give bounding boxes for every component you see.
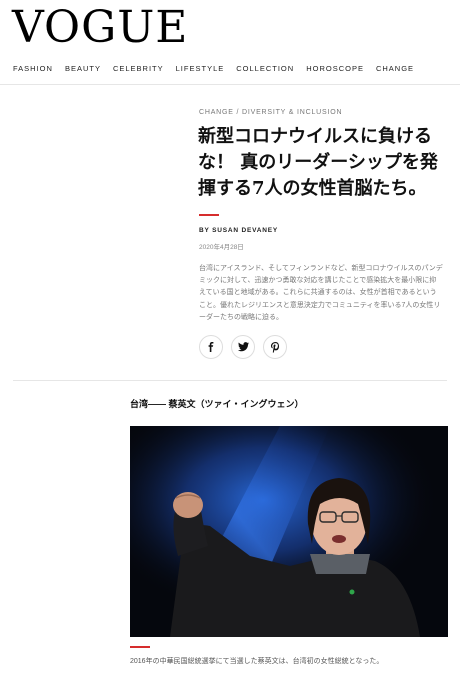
kicker-separator: / bbox=[236, 109, 240, 116]
vogue-logo[interactable]: VOGUE bbox=[12, 6, 188, 50]
share-facebook-button[interactable] bbox=[199, 335, 223, 359]
accent-rule bbox=[199, 214, 219, 216]
byline[interactable]: BY SUSAN DEVANEY bbox=[199, 227, 278, 234]
main-nav: FASHION BEAUTY CELEBRITY LIFESTYLE COLLE… bbox=[13, 64, 414, 73]
section-divider bbox=[13, 380, 447, 381]
pinterest-icon bbox=[270, 341, 279, 353]
nav-beauty[interactable]: BEAUTY bbox=[65, 64, 101, 73]
kicker-diversity-link[interactable]: DIVERSITY & INCLUSION bbox=[242, 109, 342, 116]
nav-lifestyle[interactable]: LIFESTYLE bbox=[176, 64, 225, 73]
header-divider bbox=[0, 84, 460, 85]
share-pinterest-button[interactable] bbox=[263, 335, 287, 359]
twitter-icon bbox=[237, 342, 249, 352]
nav-fashion[interactable]: FASHION bbox=[13, 64, 53, 73]
nav-celebrity[interactable]: CELEBRITY bbox=[113, 64, 164, 73]
tsai-ing-wen-photo bbox=[130, 426, 448, 637]
photo-caption: 2016年の中華民国総統選挙にて当選した蔡英文は、台湾初の女性総統となった。 bbox=[130, 658, 384, 665]
share-buttons bbox=[199, 335, 287, 359]
share-twitter-button[interactable] bbox=[231, 335, 255, 359]
kicker-change-link[interactable]: CHANGE bbox=[199, 109, 234, 116]
photo-illustration bbox=[130, 426, 448, 637]
article-kicker: CHANGE / DIVERSITY & INCLUSION bbox=[199, 109, 342, 116]
nav-change[interactable]: CHANGE bbox=[376, 64, 414, 73]
publish-date: 2020年4月28日 bbox=[199, 244, 244, 251]
section-title: 台湾—— 蔡英文（ツァイ・イングウェン） bbox=[130, 399, 304, 409]
article-lede: 台湾にアイスランド、そしてフィンランドなど、新型コロナウイルスのパンデミックに対… bbox=[199, 265, 443, 321]
nav-horoscope[interactable]: HOROSCOPE bbox=[306, 64, 364, 73]
caption-accent-rule bbox=[130, 646, 150, 648]
nav-collection[interactable]: COLLECTION bbox=[236, 64, 294, 73]
facebook-icon bbox=[208, 342, 214, 352]
article-headline: 新型コロナウイルスに負けるな！ 真のリーダーシップを発揮する7人の女性首脳たち。 bbox=[198, 126, 438, 199]
